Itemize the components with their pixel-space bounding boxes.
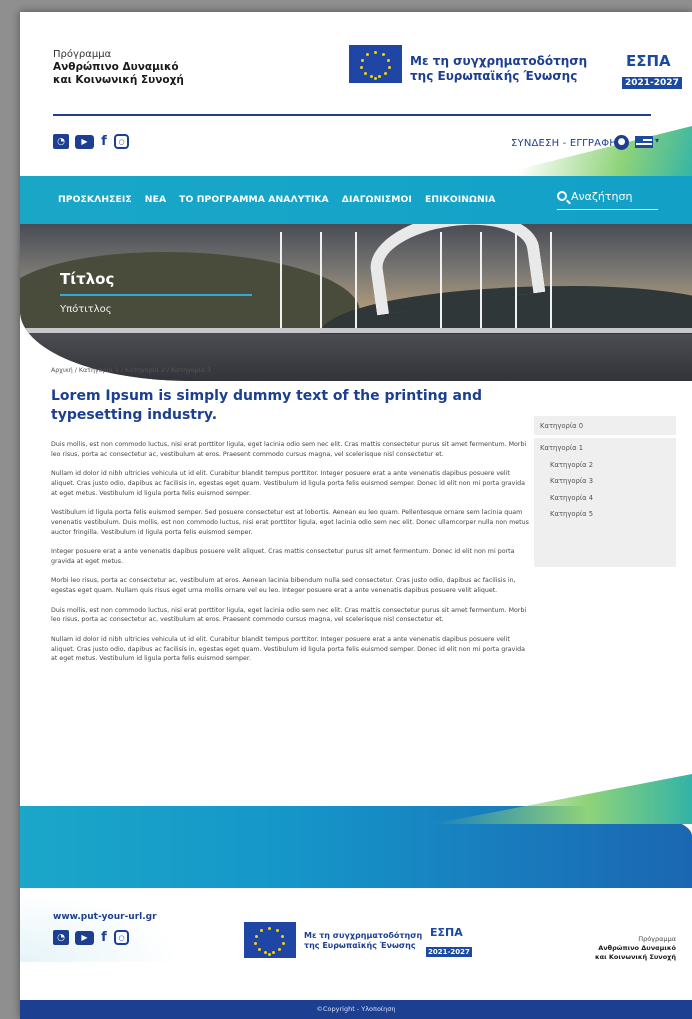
article-paragraph: Vestibulum id ligula porta felis euismod…: [51, 509, 529, 536]
article-paragraph: Morbi leo risus, porta ac consectetur ac…: [51, 577, 516, 595]
hero-subtitle: Υπότιτλος: [60, 304, 112, 315]
sidebar-item-category-1[interactable]: Κατηγορία 1: [540, 444, 670, 461]
utility-bar: ◔ ▶ f ○ ΣΥΝΔΕΣΗ - ΕΓΓΡΑΦΗ ● ▾: [20, 116, 692, 186]
facebook-icon[interactable]: f: [100, 134, 108, 149]
article-title: Lorem Ipsum is simply dummy text of the …: [51, 388, 482, 423]
facebook-icon[interactable]: f: [100, 930, 108, 945]
login-register-link[interactable]: ΣΥΝΔΕΣΗ - ΕΓΓΡΑΦΗ: [511, 138, 617, 149]
bridge-cable: [440, 232, 442, 332]
chevron-down-icon[interactable]: ▾: [655, 136, 659, 145]
article-paragraph: Nullam id dolor id nibh ultricies vehicu…: [51, 470, 525, 497]
search-input[interactable]: Αναζήτηση: [557, 190, 658, 210]
article-paragraph: Nullam id dolor id nibh ultricies vehicu…: [51, 635, 525, 663]
footer-program-logo[interactable]: Πρόγραμμα Ανθρώπινο Δυναμικό και Κοινωνι…: [595, 935, 676, 962]
eu-flag-icon: [244, 922, 296, 958]
hero-banner: Τίτλος Υπότιτλος: [20, 224, 692, 381]
bridge-railing: [20, 328, 692, 333]
breadcrumb[interactable]: Αρχική / Κατηγορία 1 / Κατηγορία 2 / Κατ…: [51, 367, 211, 374]
greek-flag-icon[interactable]: [635, 136, 653, 148]
bridge-cable: [480, 232, 482, 332]
sidebar: Κατηγορία 0 Κατηγορία 1 Κατηγορία 2 Κατη…: [534, 416, 676, 567]
nav-item-calls[interactable]: ΠΡΟΣΚΛΗΣΕΙΣ: [58, 194, 132, 205]
footer-social-links: ◔ ▶ f ○: [53, 930, 129, 945]
footer-cofund-line1: Με τη συγχρηματοδότηση: [304, 931, 423, 940]
nav-item-program[interactable]: ΤΟ ΠΡΟΓΡΑΜΜΑ ΑΝΑΛΥΤΙΚΑ: [179, 194, 329, 205]
social-links: ◔ ▶ f ○: [53, 134, 129, 149]
footer-url-link[interactable]: www.put-your-url.gr: [53, 912, 157, 922]
eu-flag-icon: [349, 45, 402, 83]
nav-item-news[interactable]: ΝΕΑ: [145, 194, 166, 205]
espa-mark: ΕΣΠΑ: [626, 52, 671, 70]
nav-item-tenders[interactable]: ΔΙΑΓΩΝΙΣΜΟΙ: [342, 194, 412, 205]
footer-cofund-line2: της Ευρωπαϊκής Ένωσης: [304, 941, 416, 950]
bridge-cable: [320, 232, 322, 332]
footer-espa-mark: ΕΣΠΑ: [430, 926, 463, 939]
sidebar-item-category-2[interactable]: Κατηγορία 2: [540, 461, 670, 478]
article-body: Duis mollis, est non commodo luctus, nis…: [51, 440, 529, 674]
hero-underline: [60, 294, 252, 296]
bridge-cable: [355, 232, 357, 332]
rss-icon[interactable]: ◔: [53, 134, 69, 149]
hero-title: Τίτλος: [60, 270, 115, 288]
espa-logo[interactable]: ΕΣΠΑ 2021-2027: [608, 52, 682, 89]
article-paragraph: Duis mollis, est non commodo luctus, nis…: [51, 441, 527, 458]
footer-espa-years: 2021-2027: [426, 947, 472, 957]
bridge-cable: [550, 232, 552, 332]
youtube-icon[interactable]: ▶: [75, 134, 94, 149]
article-paragraph: Integer posuere erat a ante venenatis da…: [51, 548, 515, 565]
program-logo[interactable]: Πρόγραμμα Ανθρώπινο Δυναμικό και Κοινωνι…: [53, 48, 184, 87]
bridge-cable: [280, 232, 282, 332]
instagram-icon[interactable]: ○: [114, 134, 129, 149]
article-paragraph: Duis mollis, est non commodo luctus, nis…: [51, 606, 527, 624]
program-line2: Ανθρώπινο Δυναμικό: [53, 61, 179, 73]
main-nav: ΠΡΟΣΚΛΗΣΕΙΣ ΝΕΑ ΤΟ ΠΡΟΓΡΑΜΜΑ ΑΝΑΛΥΤΙΚΑ Δ…: [20, 176, 692, 224]
page-frame: Πρόγραμμα Ανθρώπινο Δυναμικό και Κοινωνι…: [20, 12, 692, 1019]
footer-band: [20, 806, 692, 888]
footer-espa-logo[interactable]: ΕΣΠΑ 2021-2027: [416, 926, 472, 958]
espa-years: 2021-2027: [622, 77, 682, 89]
program-line3: και Κοινωνική Συνοχή: [53, 74, 184, 86]
cofund-text: Με τη συγχρηματοδότηση της Ευρωπαϊκής Έν…: [410, 54, 587, 84]
site-header: Πρόγραμμα Ανθρώπινο Δυναμικό και Κοινωνι…: [20, 12, 692, 115]
footer-program-line2: Ανθρώπινο Δυναμικό: [598, 944, 676, 952]
nav-item-contact[interactable]: ΕΠΙΚΟΙΝΩΝΙΑ: [425, 194, 496, 205]
youtube-icon[interactable]: ▶: [75, 930, 94, 945]
cofund-line1: Με τη συγχρηματοδότηση: [410, 54, 588, 68]
sidebar-item-category-4[interactable]: Κατηγορία 4: [540, 494, 670, 511]
sidebar-item-category-5[interactable]: Κατηγορία 5: [540, 510, 670, 527]
sidebar-item-category-0[interactable]: Κατηγορία 0: [534, 416, 676, 435]
search-placeholder: Αναζήτηση: [571, 190, 633, 203]
cofund-line2: της Ευρωπαϊκής Ένωσης: [410, 69, 578, 83]
program-line1: Πρόγραμμα: [53, 49, 112, 60]
bridge-cable: [515, 232, 517, 332]
sidebar-group: Κατηγορία 1 Κατηγορία 2 Κατηγορία 3 Κατη…: [534, 438, 676, 567]
footer-waves: [20, 892, 180, 962]
search-icon: [557, 191, 567, 201]
footer-program-line1: Πρόγραμμα: [638, 935, 676, 943]
footer-cofund-text: Με τη συγχρηματοδότηση της Ευρωπαϊκής Έν…: [304, 931, 422, 951]
footer-program-line3: και Κοινωνική Συνοχή: [594, 953, 676, 961]
copyright-bar: ©Copyright - Υλοποίηση: [20, 1000, 692, 1019]
rss-icon[interactable]: ◔: [53, 930, 69, 945]
user-icon[interactable]: ●: [614, 135, 629, 150]
sidebar-item-category-3[interactable]: Κατηγορία 3: [540, 477, 670, 494]
instagram-icon[interactable]: ○: [114, 930, 129, 945]
